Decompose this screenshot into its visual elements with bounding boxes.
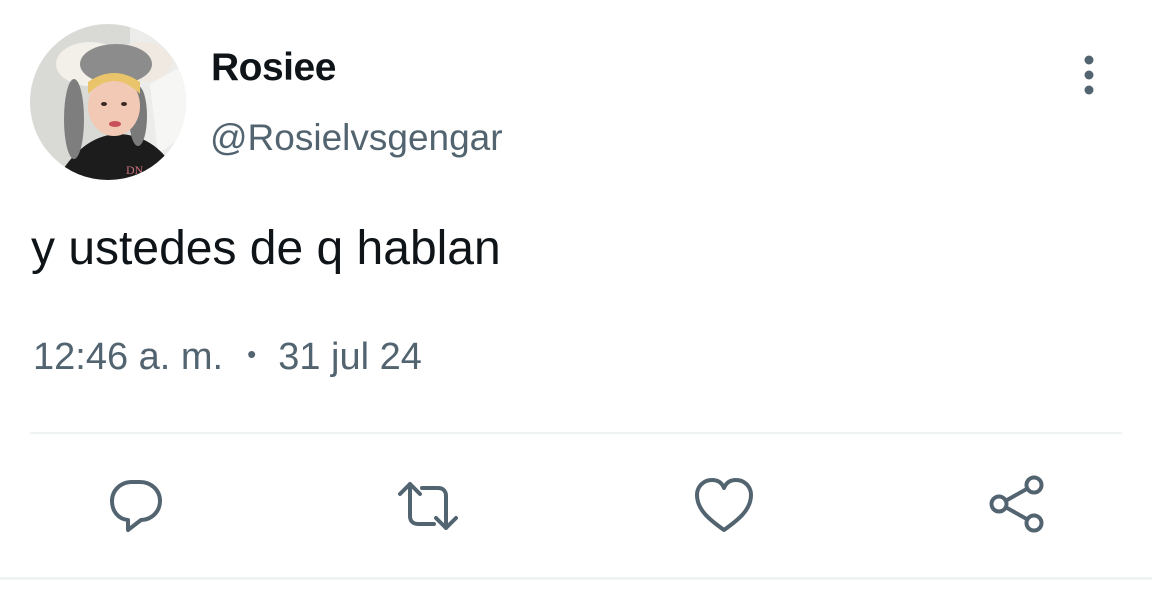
- divider: [0, 577, 1152, 580]
- tweet-time[interactable]: 12:46 a. m.: [33, 336, 223, 379]
- share-icon: [989, 475, 1044, 533]
- more-vertical-icon: [1084, 55, 1094, 95]
- retweet-button[interactable]: [396, 474, 460, 538]
- tweet-text: y ustedes de q hablan: [31, 222, 501, 275]
- reply-button[interactable]: [104, 474, 168, 538]
- retweet-icon: [398, 482, 458, 530]
- heart-icon: [695, 478, 753, 532]
- avatar-image: DN: [30, 24, 186, 180]
- tweet-meta: 12:46 a. m. • 31 jul 24: [33, 336, 422, 379]
- display-name[interactable]: Rosiee: [211, 46, 336, 90]
- avatar[interactable]: DN: [30, 24, 186, 180]
- meta-separator: •: [247, 339, 257, 369]
- share-button[interactable]: [986, 474, 1050, 538]
- reply-icon: [110, 480, 162, 532]
- more-options-button[interactable]: [1068, 52, 1110, 98]
- svg-text:DN: DN: [126, 163, 144, 177]
- user-handle[interactable]: @Rosielvsgengar: [210, 117, 503, 159]
- divider: [30, 432, 1122, 434]
- tweet-date[interactable]: 31 jul 24: [278, 336, 422, 379]
- like-button[interactable]: [692, 474, 756, 538]
